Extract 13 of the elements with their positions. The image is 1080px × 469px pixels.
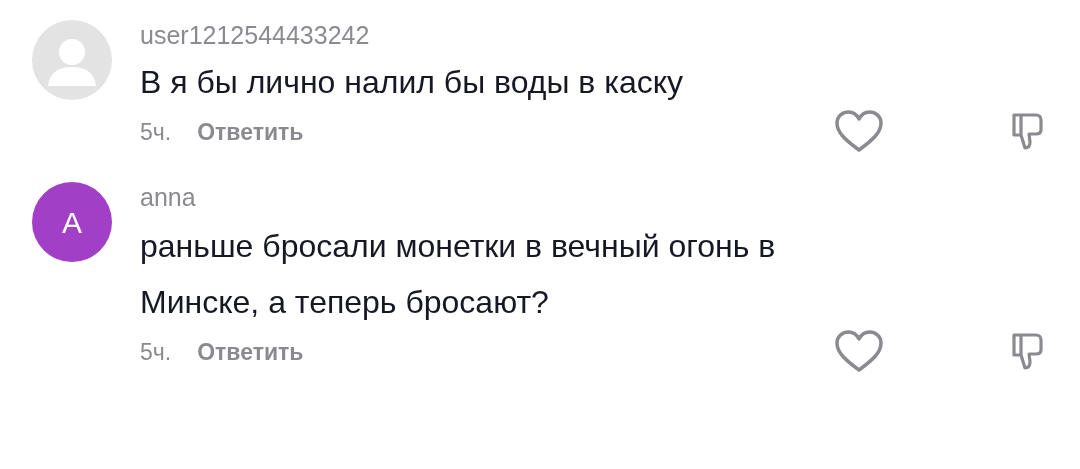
comment-text: раньше бросали монетки в вечный огонь в Минске, а теперь бросают?	[140, 227, 777, 322]
timestamp: 5ч.	[140, 337, 172, 367]
username[interactable]: user1212544433242	[140, 20, 1080, 50]
thumbs-down-icon[interactable]	[1012, 113, 1044, 151]
reply-button[interactable]: Ответить	[197, 334, 304, 370]
thumbs-down-icon[interactable]	[1012, 333, 1044, 371]
timestamp: 5ч.	[140, 117, 172, 147]
comment-text: В я бы лично налил бы воды в каску	[140, 63, 685, 102]
heart-icon[interactable]	[834, 330, 884, 374]
avatar[interactable]: A	[32, 182, 112, 262]
heart-icon[interactable]	[834, 110, 884, 154]
reply-button[interactable]: Ответить	[197, 114, 304, 150]
username[interactable]: anna	[140, 182, 1080, 212]
